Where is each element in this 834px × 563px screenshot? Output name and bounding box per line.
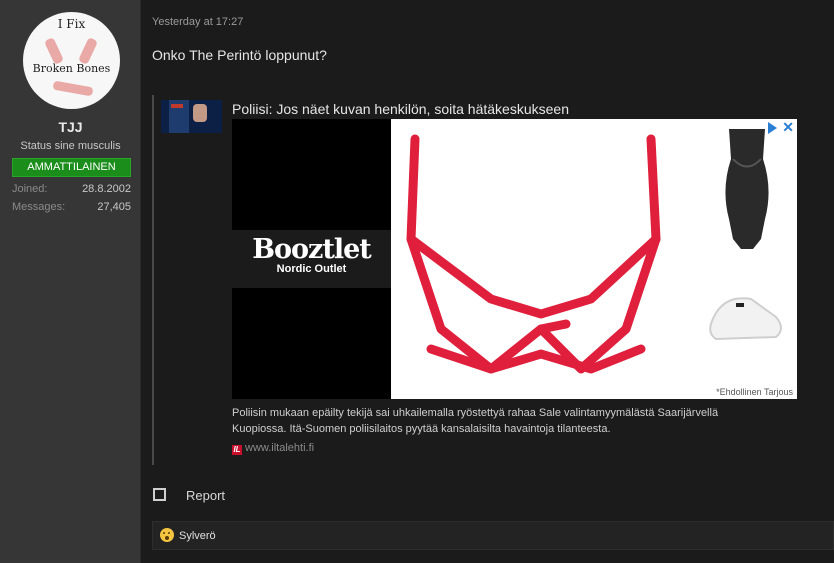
ad-disclaimer: *Ehdollinen Tarjous — [714, 387, 795, 397]
thumb-patch — [171, 104, 183, 108]
joined-label: Joined: — [12, 183, 48, 195]
post-message: Onko The Perintö loppunut? — [152, 47, 327, 63]
reaction-user[interactable]: Sylverö — [179, 530, 216, 542]
messages-label: Messages: — [12, 201, 66, 213]
joined-stat: Joined: 28.8.2002 — [12, 183, 131, 195]
ad-bodysuit-image — [725, 129, 769, 249]
adchoices-icon[interactable] — [768, 122, 777, 134]
surprised-face-icon — [160, 528, 174, 542]
user-title: Status sine musculis — [20, 140, 121, 152]
ad-lingerie-image — [406, 129, 782, 374]
embed-title[interactable]: Poliisi: Jos näet kuvan henkilön, soita … — [232, 101, 569, 117]
advertisement[interactable]: Booztlet Nordic Outlet ✕ *Ehdollinen Tar… — [232, 119, 797, 399]
user-badge: AMMATTILAINEN — [12, 158, 131, 177]
embed-description: Poliisin mukaan epäilty tekijä sai uhkai… — [232, 407, 719, 435]
avatar-text-bottom: Broken Bones — [32, 62, 111, 75]
bone-icon — [52, 80, 94, 97]
username[interactable]: TJJ — [0, 119, 141, 135]
thumb-face — [193, 104, 207, 122]
ad-close-icon[interactable]: ✕ — [782, 119, 794, 136]
ad-brand-panel: Booztlet Nordic Outlet — [232, 119, 391, 399]
report-link[interactable]: Report — [186, 488, 225, 503]
embed-source-url[interactable]: www.iltalehti.fi — [245, 442, 314, 454]
bone-icon — [43, 37, 65, 65]
messages-value: 27,405 — [97, 201, 131, 213]
embed-thumbnail[interactable] — [161, 100, 222, 133]
iltalehti-logo-icon: IL — [232, 445, 242, 455]
avatar[interactable]: I Fix Broken Bones — [23, 12, 120, 109]
ad-sneaker-image — [709, 297, 782, 341]
post-timestamp[interactable]: Yesterday at 17:27 — [152, 16, 243, 28]
reactions-bar[interactable]: Sylverö — [152, 521, 834, 550]
messages-stat: Messages: 27,405 — [12, 201, 131, 213]
user-sidebar: I Fix Broken Bones TJJ Status sine muscu… — [0, 0, 141, 563]
report-checkbox[interactable] — [153, 488, 166, 501]
ad-brand: Booztlet — [252, 234, 372, 265]
embed-source[interactable]: IL www.iltalehti.fi — [232, 442, 314, 455]
joined-value: 28.8.2002 — [82, 183, 131, 195]
ad-brand-box: Booztlet Nordic Outlet — [232, 230, 391, 288]
link-embed[interactable]: Poliisi: Jos näet kuvan henkilön, soita … — [152, 95, 797, 465]
bone-icon — [77, 37, 99, 65]
avatar-text-top: I Fix — [57, 17, 86, 31]
